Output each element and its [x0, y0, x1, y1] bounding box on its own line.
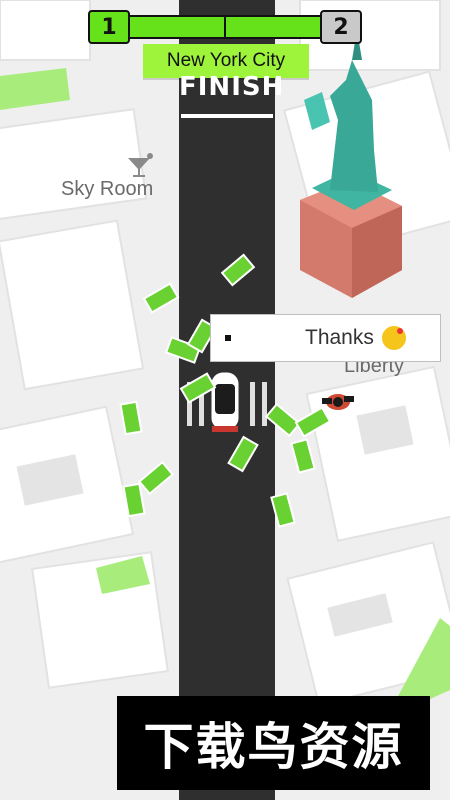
- passenger-speech-bubble: Thanks: [210, 314, 441, 362]
- finish-line: [181, 114, 273, 118]
- progress-divider: [224, 17, 226, 37]
- progress-track: [128, 15, 322, 39]
- game-map: [0, 0, 450, 800]
- watermark-banner: 下载鸟资源: [117, 696, 430, 790]
- level-progress-bar: 1 2: [88, 10, 362, 44]
- bullet-dot: [225, 335, 231, 341]
- speech-text: Thanks: [305, 326, 374, 349]
- next-level-badge: 2: [320, 10, 362, 44]
- current-level-badge: 1: [88, 10, 130, 44]
- taxi-car-icon: [210, 371, 240, 432]
- map-label-sky-room: Sky Room: [61, 178, 154, 200]
- kissing-face-icon: [381, 326, 406, 350]
- finish-label: FINISH: [179, 72, 285, 102]
